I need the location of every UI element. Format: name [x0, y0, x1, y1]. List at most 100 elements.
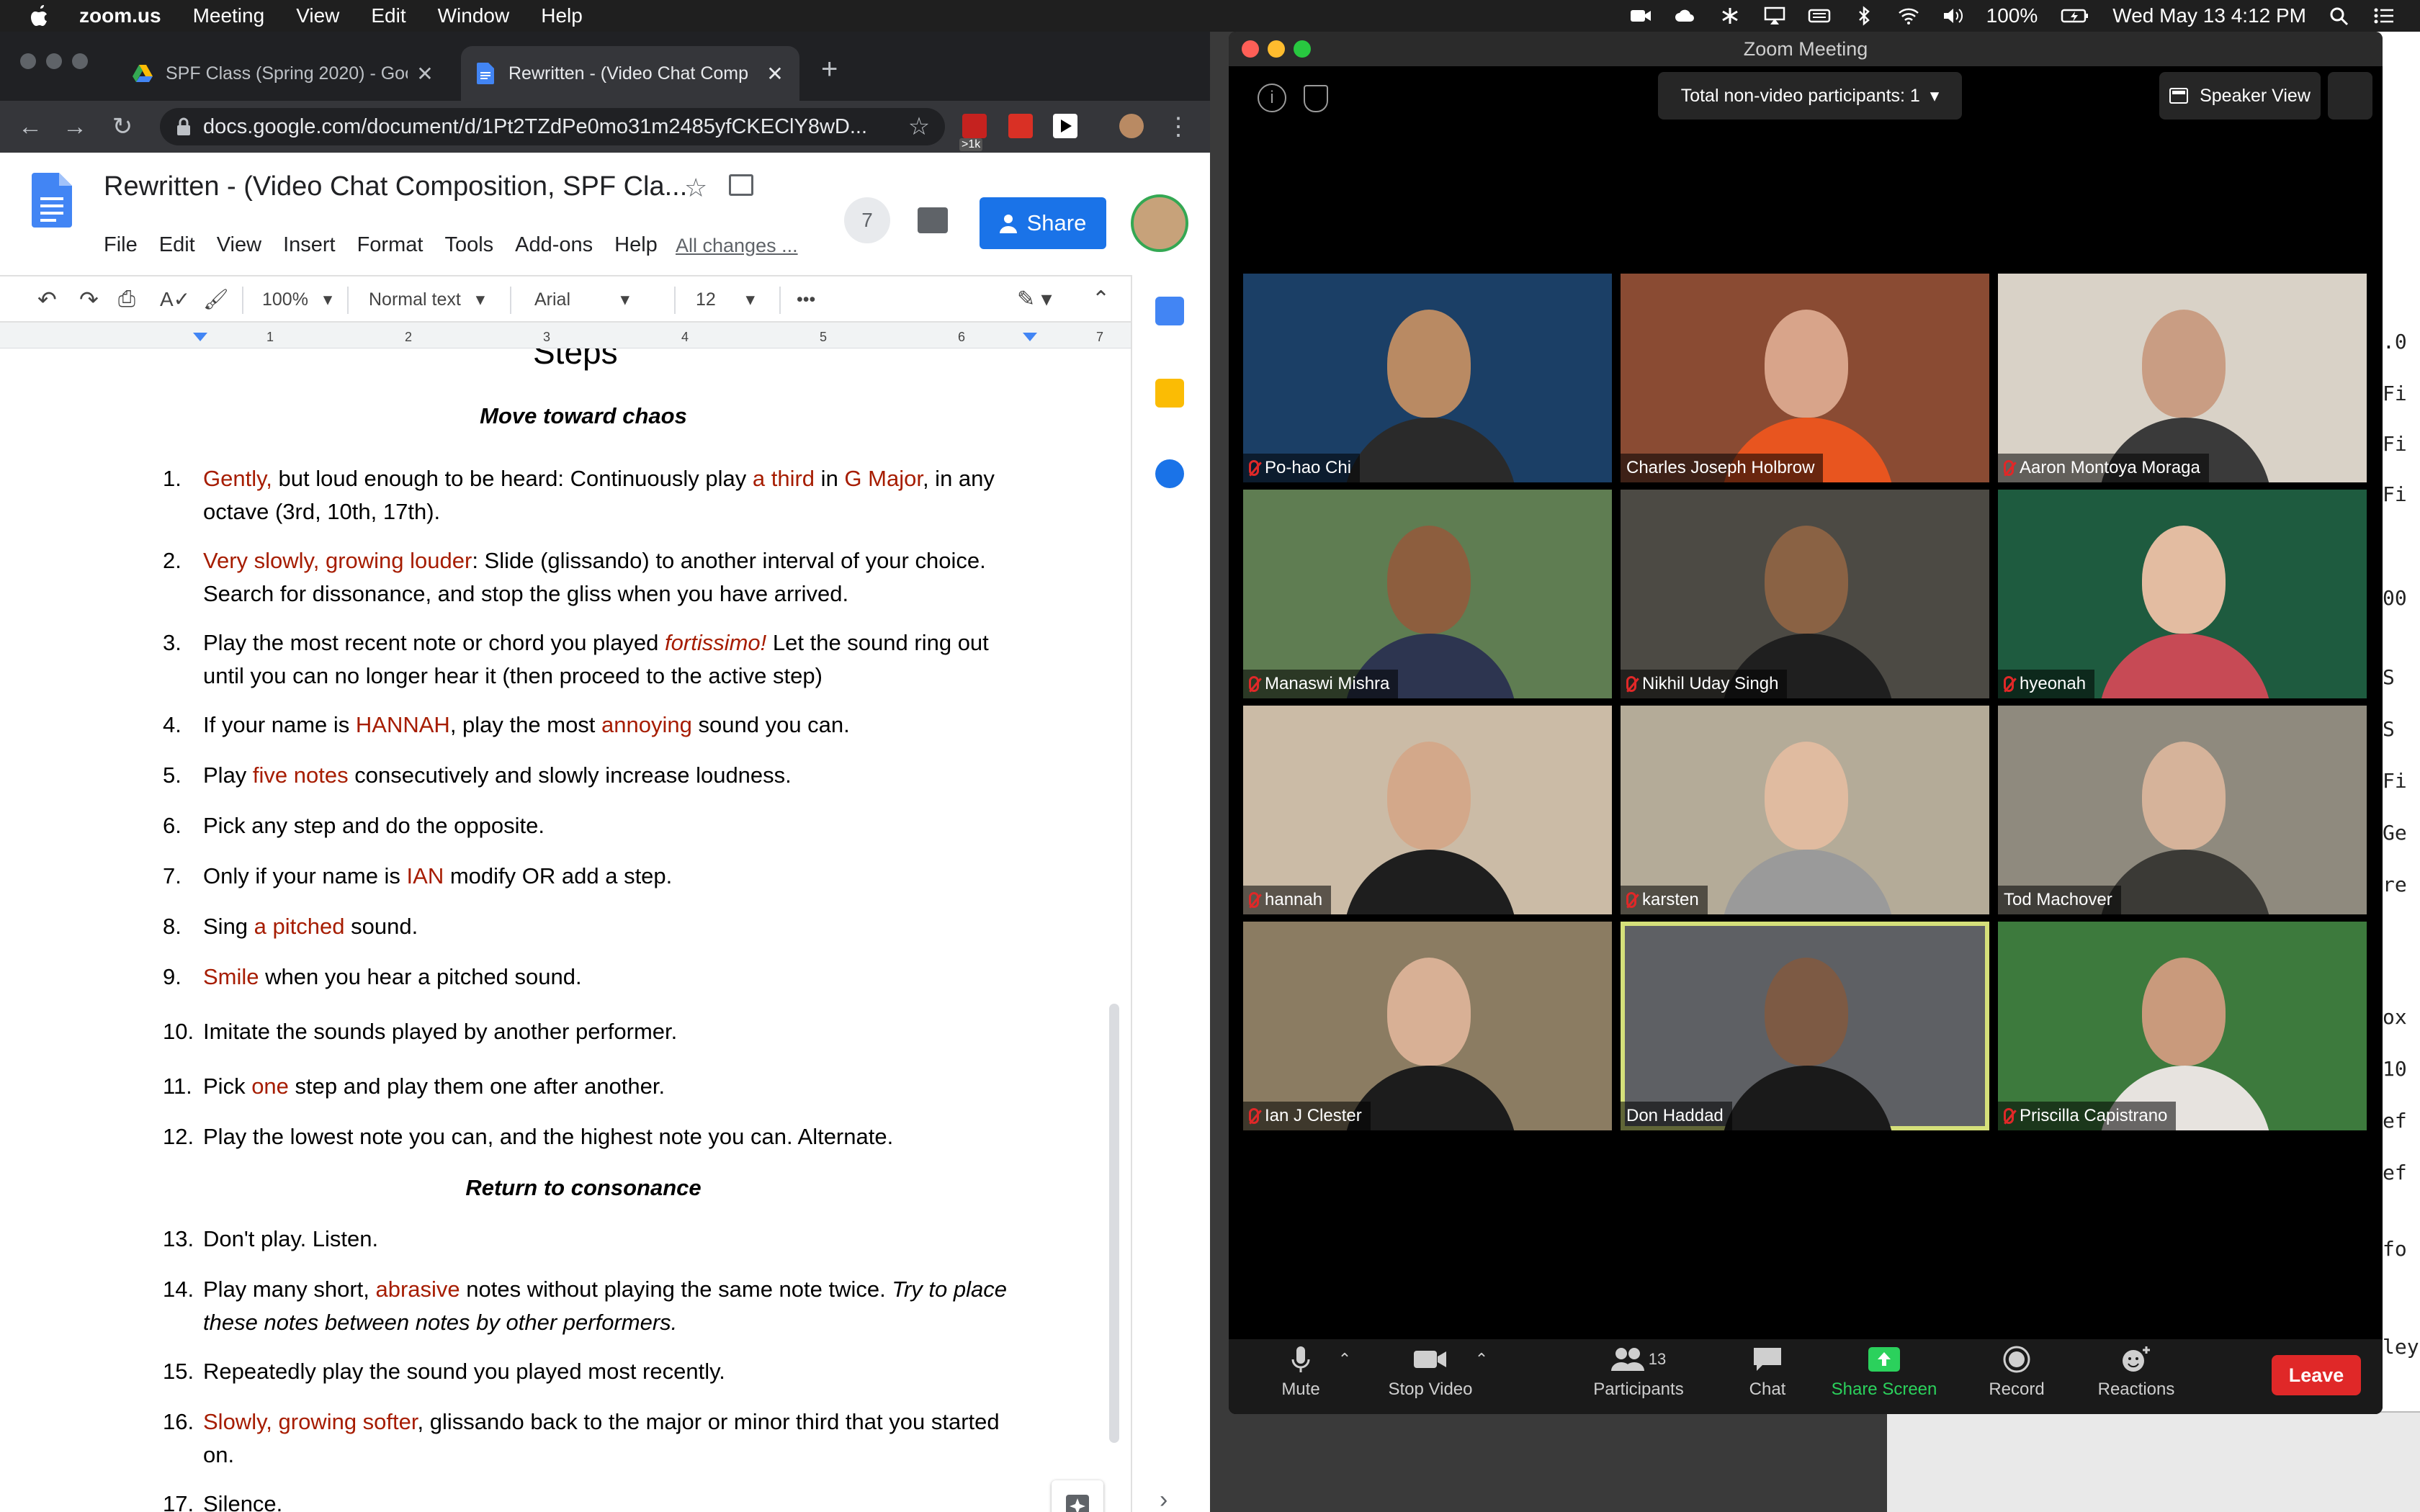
asterisk-icon[interactable] — [1718, 6, 1742, 26]
forward-arrow-icon[interactable]: → — [60, 112, 89, 141]
address-bar[interactable]: docs.google.com/document/d/1Pt2TZdPe0mo3… — [160, 108, 945, 145]
non-video-participants-dropdown[interactable]: Total non-video participants: 1 ▾ — [1658, 72, 1962, 120]
list-item[interactable]: 12. Play the lowest note you can, and the… — [163, 1120, 1027, 1153]
font-select[interactable]: Arial ▾ — [534, 287, 629, 312]
speaker-view-button[interactable]: Speaker View — [2159, 72, 2321, 120]
menu-window[interactable]: Window — [438, 4, 510, 27]
window-close-button[interactable] — [1242, 40, 1259, 58]
video-tile[interactable]: karsten — [1621, 706, 1989, 914]
list-item[interactable]: 9. Smile when you hear a pitched sound. — [163, 960, 1027, 994]
list-item[interactable]: 13. Don't play. Listen. — [163, 1223, 1027, 1256]
menu-app-name[interactable]: zoom.us — [79, 4, 161, 27]
list-item[interactable]: 15. Repeatedly play the sound you played … — [163, 1355, 1027, 1388]
list-item[interactable]: 2. Very slowly, growing louder: Slide (gl… — [163, 544, 1027, 611]
menu-format[interactable]: Format — [357, 233, 424, 257]
share-button[interactable]: Share — [980, 197, 1106, 249]
google-docs-logo-icon[interactable] — [32, 173, 72, 228]
paragraph-style-select[interactable]: Normal text ▾ — [369, 287, 485, 312]
expand-chevron-icon[interactable]: › — [1160, 1486, 1168, 1512]
video-tile[interactable]: hannah — [1243, 706, 1612, 914]
wifi-icon[interactable] — [1897, 6, 1920, 26]
list-item[interactable]: 7. Only if your name is IAN modify OR add… — [163, 860, 1027, 893]
vertical-scrollbar[interactable] — [1109, 1004, 1119, 1443]
menu-insert[interactable]: Insert — [283, 233, 336, 257]
audio-options-chevron-icon[interactable]: ⌃ — [1334, 1339, 1355, 1414]
font-size-select[interactable]: 12 ▾ — [696, 287, 755, 312]
move-folder-icon[interactable] — [729, 174, 753, 196]
profile-icon[interactable] — [1119, 114, 1144, 138]
list-item[interactable]: 16. Slowly, growing softer, glissando bac… — [163, 1405, 1027, 1472]
record-button[interactable]: Record — [1966, 1339, 2067, 1414]
list-item[interactable]: 3. Play the most recent note or chord you… — [163, 626, 1027, 693]
list-item[interactable]: 10. Imitate the sounds played by another … — [163, 1015, 1027, 1048]
menu-help[interactable]: Help — [541, 4, 583, 27]
undo-icon[interactable]: ↶ — [37, 287, 57, 312]
list-item[interactable]: 11. Pick one step and play them one after… — [163, 1070, 1027, 1103]
list-item[interactable]: 14. Play many short, abrasive notes witho… — [163, 1273, 1027, 1339]
collaborator-count-badge[interactable]: 7 — [844, 197, 890, 243]
list-item[interactable]: 8. Sing a pitched sound. — [163, 910, 1027, 943]
calendar-icon[interactable] — [1155, 297, 1184, 325]
spotlight-search-icon[interactable] — [2328, 6, 2351, 26]
mute-button[interactable]: Mute — [1265, 1339, 1337, 1414]
video-tile[interactable]: Nikhil Uday Singh — [1621, 490, 1989, 698]
spellcheck-icon[interactable]: A✓ — [160, 287, 190, 312]
list-item[interactable]: 17. Silence. — [163, 1488, 1027, 1512]
list-item[interactable]: 1. Gently, but loud enough to be heard: C… — [163, 462, 1027, 528]
close-icon[interactable]: ✕ — [415, 62, 435, 86]
menu-edit[interactable]: Edit — [159, 233, 195, 257]
battery-charging-icon[interactable] — [2059, 6, 2091, 26]
play-extension-icon[interactable] — [1053, 114, 1077, 138]
leave-meeting-button[interactable]: Leave — [2272, 1355, 2361, 1395]
reload-icon[interactable]: ↻ — [108, 112, 137, 141]
list-item[interactable]: 4. If your name is HANNAH, play the most … — [163, 708, 1027, 742]
menu-tools[interactable]: Tools — [444, 233, 493, 257]
new-tab-button[interactable]: + — [821, 53, 838, 86]
reactions-button[interactable]: Reactions — [2079, 1339, 2194, 1414]
tab-spf-class[interactable]: SPF Class (Spring 2020) - Goo ✕ — [118, 46, 449, 101]
redo-icon[interactable]: ↷ — [79, 287, 99, 312]
document-page[interactable]: Steps Move toward chaos Return to conson… — [0, 348, 1131, 1512]
volume-icon[interactable] — [1942, 6, 1965, 26]
close-icon[interactable]: ✕ — [765, 62, 785, 86]
security-shield-icon[interactable] — [1304, 85, 1328, 112]
paint-format-icon[interactable]: 🖌 — [203, 287, 229, 312]
zoom-select[interactable]: 100% ▾ — [262, 287, 332, 312]
keep-icon[interactable] — [1155, 379, 1184, 408]
video-tile[interactable]: Ian J Clester — [1243, 922, 1612, 1130]
more-options-icon[interactable]: ••• — [797, 287, 815, 312]
video-options-chevron-icon[interactable]: ⌃ — [1471, 1339, 1492, 1414]
video-tile[interactable]: hyeonah — [1998, 490, 2367, 698]
video-tile[interactable]: Charles Joseph Holbrow — [1621, 274, 1989, 482]
menu-view[interactable]: View — [217, 233, 261, 257]
airplay-icon[interactable] — [1763, 6, 1786, 26]
menu-file[interactable]: File — [104, 233, 138, 257]
menu-meeting[interactable]: Meeting — [193, 4, 265, 27]
avatar[interactable] — [1131, 194, 1188, 252]
menu-add-ons[interactable]: Add-ons — [515, 233, 593, 257]
menu-help[interactable]: Help — [614, 233, 658, 257]
print-icon[interactable]: ⎙ — [118, 287, 135, 312]
collapse-chevron-icon[interactable]: ⌃ — [1092, 287, 1110, 312]
video-tile[interactable]: Manaswi Mishra — [1243, 490, 1612, 698]
menu-view[interactable]: View — [296, 4, 339, 27]
zoom-tray-icon[interactable] — [1629, 6, 1652, 26]
window-close-button[interactable] — [20, 53, 36, 69]
window-zoom-button[interactable] — [1294, 40, 1311, 58]
notification-center-icon[interactable] — [2372, 6, 2396, 26]
video-tile[interactable]: Don Haddad — [1621, 922, 1989, 1130]
video-tile[interactable]: Po-hao Chi — [1243, 274, 1612, 482]
tasks-icon[interactable] — [1155, 459, 1184, 488]
chrome-menu-icon[interactable]: ⋮ — [1164, 112, 1193, 141]
video-tile[interactable]: Priscilla Capistrano — [1998, 922, 2367, 1130]
list-item[interactable]: 6. Pick any step and do the opposite. — [163, 809, 1027, 842]
apple-logo-icon[interactable] — [29, 4, 50, 28]
meeting-info-icon[interactable]: i — [1258, 84, 1286, 112]
keyboard-icon[interactable] — [1808, 6, 1831, 26]
list-item[interactable]: 5. Play five notes consecutively and slow… — [163, 759, 1027, 792]
editing-mode-pencil-icon[interactable]: ✎ ▾ — [1017, 287, 1052, 312]
clock[interactable]: Wed May 13 4:12 PM — [2112, 4, 2306, 27]
explore-button[interactable] — [1052, 1480, 1103, 1512]
left-indent-marker[interactable] — [193, 333, 207, 341]
window-zoom-button[interactable] — [72, 53, 88, 69]
